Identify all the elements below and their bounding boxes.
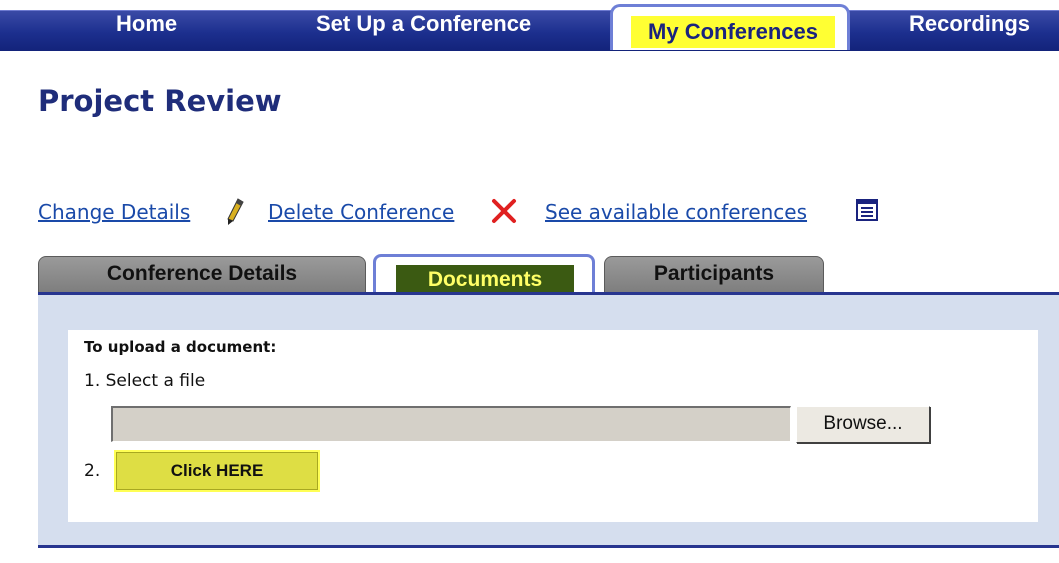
step-2-label: 2. [84,461,101,481]
nav-item-set-up-conference[interactable]: Set Up a Conference [316,4,531,44]
list-icon[interactable] [856,199,878,226]
nav-item-home[interactable]: Home [116,4,177,44]
see-available-conferences-link[interactable]: See available conferences [545,195,807,229]
upload-heading: To upload a document: [84,338,277,356]
x-icon[interactable] [490,197,518,230]
pencil-icon[interactable] [225,197,245,232]
change-details-link[interactable]: Change Details [38,195,190,229]
tab-documents-label: Documents [427,268,543,291]
browse-button[interactable]: Browse... [796,406,930,443]
tab-conference-details-label: Conference Details [106,262,298,285]
step-1-label: 1. Select a file [84,371,206,391]
upload-click-here-button[interactable]: Click HERE [116,452,318,490]
page-title: Project Review [38,84,282,118]
tab-participants-label: Participants [653,262,775,285]
tab-conference-details[interactable]: Conference Details [38,256,366,292]
tab-documents[interactable]: Documents [373,254,595,299]
nav-item-my-conferences[interactable]: My Conferences [610,4,850,50]
nav-item-recordings[interactable]: Recordings [909,4,1030,44]
file-path-input[interactable] [111,406,791,442]
top-nav-bar: Home Set Up a Conference Recordings [0,10,1059,51]
tab-participants[interactable]: Participants [604,256,824,292]
delete-conference-link[interactable]: Delete Conference [268,195,454,229]
panel-bottom-border [38,545,1059,548]
nav-item-my-conferences-label: My Conferences [631,16,835,48]
